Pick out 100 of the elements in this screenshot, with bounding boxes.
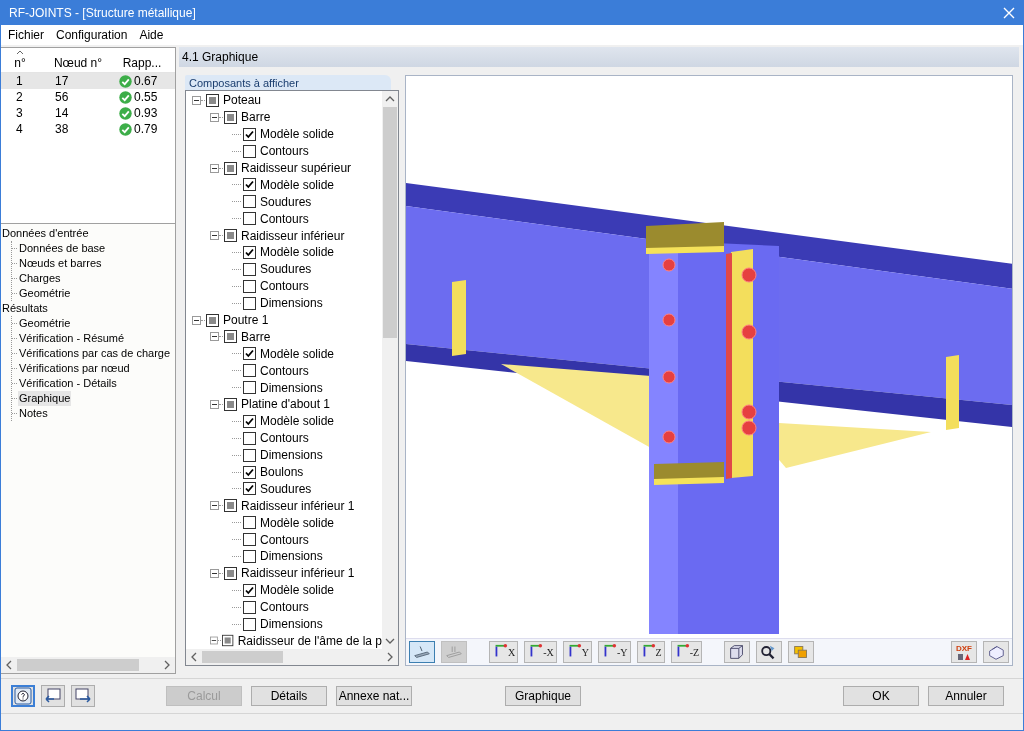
- checkbox[interactable]: [243, 144, 256, 158]
- axis-view-button[interactable]: X: [489, 641, 519, 663]
- tree-item[interactable]: Soudures: [256, 194, 312, 209]
- collapse-icon[interactable]: [210, 636, 218, 646]
- column-header[interactable]: Rapp...: [122, 56, 162, 70]
- nav-item[interactable]: Graphique: [18, 391, 72, 406]
- box-view-button[interactable]: [724, 641, 751, 663]
- checkbox[interactable]: [243, 245, 256, 259]
- tree-item[interactable]: Poteau: [219, 93, 262, 108]
- tree-item[interactable]: Boulons: [256, 465, 304, 480]
- checkbox[interactable]: [243, 516, 256, 530]
- forward-button[interactable]: [71, 685, 95, 707]
- nav-item[interactable]: Résultats: [1, 301, 49, 316]
- checkbox[interactable]: [243, 296, 256, 310]
- tree-item[interactable]: Dimensions: [256, 296, 323, 311]
- tree-item[interactable]: Raidisseur inférieur 1: [237, 498, 355, 513]
- nav-item[interactable]: Données de base: [18, 241, 107, 256]
- nav-item[interactable]: Vérification - Détails: [18, 376, 118, 391]
- layers-view-button[interactable]: [788, 641, 815, 663]
- tree-item[interactable]: Contours: [256, 532, 309, 547]
- column-header[interactable]: n°: [14, 56, 26, 70]
- tree-item[interactable]: Modèle solide: [256, 414, 335, 429]
- dxf-view-button[interactable]: DXF: [951, 641, 977, 663]
- menu-item[interactable]: Aide: [133, 28, 170, 42]
- tree-item[interactable]: Dimensions: [256, 380, 323, 395]
- tree-item[interactable]: Modèle solide: [256, 346, 335, 361]
- checkbox[interactable]: [243, 431, 256, 445]
- collapse-icon[interactable]: [210, 332, 219, 342]
- checkbox[interactable]: [243, 600, 256, 614]
- checkbox[interactable]: [243, 178, 256, 192]
- tree-item[interactable]: Modèle solide: [256, 515, 335, 530]
- checkbox[interactable]: [224, 110, 237, 124]
- checkbox[interactable]: [224, 566, 237, 580]
- dialog-button[interactable]: Annuler: [928, 686, 1004, 706]
- dialog-button[interactable]: Graphique: [505, 686, 581, 706]
- collapse-icon[interactable]: [192, 315, 201, 325]
- checkbox[interactable]: [243, 617, 256, 631]
- tree-item[interactable]: Contours: [256, 363, 309, 378]
- checkbox[interactable]: [243, 347, 256, 361]
- axis-view-button[interactable]: Z: [636, 641, 665, 663]
- checkbox[interactable]: [222, 634, 234, 648]
- checkbox[interactable]: [243, 262, 256, 276]
- solid-view-button[interactable]: [409, 641, 435, 663]
- tree-item[interactable]: Modèle solide: [256, 583, 335, 598]
- nav-item[interactable]: Nœuds et barres: [18, 256, 103, 271]
- nav-item[interactable]: Vérification - Résumé: [18, 331, 126, 346]
- checkbox[interactable]: [206, 313, 219, 327]
- checkbox[interactable]: [224, 161, 237, 175]
- tree-item[interactable]: Dimensions: [256, 617, 323, 632]
- nav-item[interactable]: Vérifications par cas de charge: [18, 346, 172, 361]
- tree-item[interactable]: Contours: [256, 279, 309, 294]
- scrollbar-thumb[interactable]: [383, 107, 397, 339]
- tree-item[interactable]: Contours: [256, 211, 309, 226]
- checkbox[interactable]: [243, 127, 256, 141]
- help-button[interactable]: [11, 685, 35, 707]
- tree-item[interactable]: Raidisseur inférieur 1: [237, 566, 355, 581]
- checkbox[interactable]: [224, 229, 237, 243]
- close-icon[interactable]: [1003, 6, 1015, 19]
- tree-item[interactable]: Contours: [256, 600, 309, 615]
- tree-item[interactable]: Poutre 1: [219, 313, 269, 327]
- axis-view-button[interactable]: Y: [562, 641, 593, 663]
- collapse-icon[interactable]: [210, 231, 219, 241]
- tree-item[interactable]: Modèle solide: [256, 245, 335, 260]
- checkbox[interactable]: [243, 279, 256, 293]
- tree-item[interactable]: Soudures: [256, 481, 312, 496]
- checkbox[interactable]: [243, 448, 256, 462]
- tree-item[interactable]: Soudures: [256, 262, 312, 277]
- tree-item[interactable]: Platine d'about 1: [237, 397, 331, 412]
- checkbox[interactable]: [243, 465, 256, 479]
- nav-item[interactable]: Vérifications par nœud: [18, 361, 131, 376]
- nav-item[interactable]: Notes: [18, 406, 49, 421]
- menu-item[interactable]: Configuration: [50, 28, 134, 42]
- checkbox[interactable]: [243, 212, 256, 226]
- checkbox[interactable]: [243, 195, 256, 209]
- tree-item[interactable]: Barre: [237, 329, 271, 344]
- collapse-icon[interactable]: [210, 112, 219, 122]
- checkbox[interactable]: [243, 533, 256, 547]
- collapse-icon[interactable]: [210, 568, 219, 578]
- zoom-view-button[interactable]: [756, 641, 783, 663]
- nav-item[interactable]: Geométrie: [18, 316, 72, 331]
- tree-item[interactable]: Raidisseur supérieur: [237, 161, 352, 175]
- checkbox[interactable]: [206, 93, 219, 107]
- nav-item[interactable]: Données d'entrée: [1, 226, 90, 241]
- collapse-icon[interactable]: [210, 399, 219, 409]
- print-view-button[interactable]: [983, 641, 1009, 663]
- tree-item[interactable]: Raidisseur inférieur: [237, 228, 345, 243]
- tree-item[interactable]: Modèle solide: [256, 177, 335, 192]
- menu-item[interactable]: Fichier: [2, 28, 50, 42]
- tree-item[interactable]: Contours: [256, 431, 309, 446]
- collapse-icon[interactable]: [192, 95, 201, 105]
- checkbox[interactable]: [224, 330, 237, 344]
- checkbox[interactable]: [243, 381, 256, 395]
- axis-view-button[interactable]: -Y: [598, 641, 631, 663]
- checkbox[interactable]: [243, 583, 256, 597]
- tree-item[interactable]: Dimensions: [256, 448, 323, 463]
- checkbox[interactable]: [243, 414, 256, 428]
- nav-item[interactable]: Charges: [18, 271, 62, 286]
- scrollbar-thumb[interactable]: [202, 651, 283, 663]
- checkbox[interactable]: [243, 482, 256, 496]
- dialog-button[interactable]: Annexe nat...: [336, 686, 412, 706]
